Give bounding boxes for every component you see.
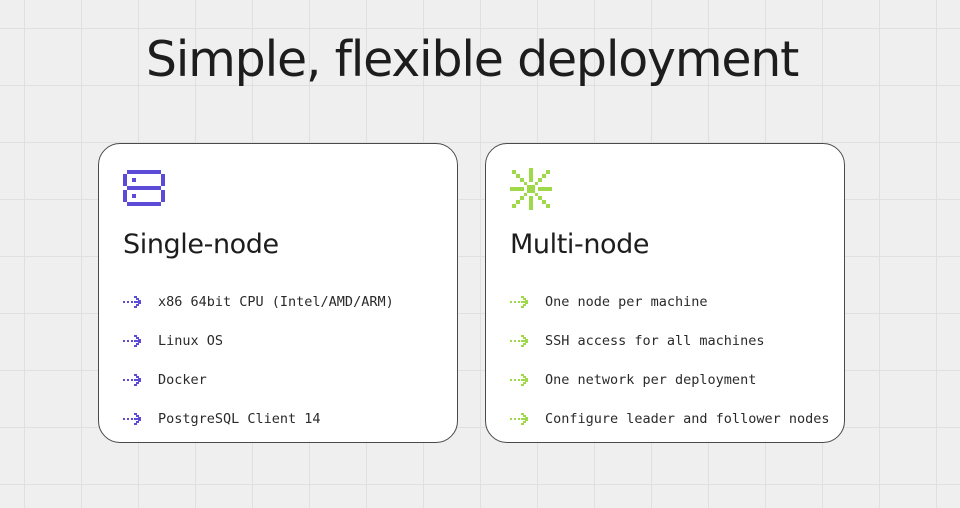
requirement-text: Docker xyxy=(158,371,207,388)
arrow-right-icon xyxy=(510,412,528,425)
requirement-text: SSH access for all machines xyxy=(545,332,765,349)
requirement-text: Configure leader and follower nodes xyxy=(545,410,830,427)
arrow-right-icon xyxy=(510,295,528,308)
requirement-text: One network per deployment xyxy=(545,371,757,388)
arrow-right-icon xyxy=(123,373,141,386)
list-item: PostgreSQL Client 14 xyxy=(123,399,394,438)
arrow-right-icon xyxy=(123,412,141,425)
multi-node-requirements: One node per machine SSH access for all … xyxy=(510,282,829,438)
list-item: One network per deployment xyxy=(510,360,829,399)
arrow-right-icon xyxy=(123,334,141,347)
list-item: x86 64bit CPU (Intel/AMD/ARM) xyxy=(123,282,394,321)
card-title-multi-node: Multi-node xyxy=(510,229,650,260)
list-item: Linux OS xyxy=(123,321,394,360)
arrow-right-icon xyxy=(510,334,528,347)
card-title-single-node: Single-node xyxy=(123,229,279,260)
arrow-right-icon xyxy=(510,373,528,386)
asterisk-network-icon xyxy=(510,168,552,210)
requirement-text: Linux OS xyxy=(158,332,224,349)
requirement-text: x86 64bit CPU (Intel/AMD/ARM) xyxy=(158,293,394,310)
single-node-requirements: x86 64bit CPU (Intel/AMD/ARM) Linux OS D… xyxy=(123,282,394,438)
list-item: One node per machine xyxy=(510,282,829,321)
arrow-right-icon xyxy=(123,295,141,308)
requirement-text: PostgreSQL Client 14 xyxy=(158,410,321,427)
list-item: Docker xyxy=(123,360,394,399)
server-icon xyxy=(123,170,165,206)
requirement-text: One node per machine xyxy=(545,293,708,310)
multi-node-card: Multi-node One node per machine SSH acce xyxy=(485,143,845,443)
single-node-card: Single-node x86 64bit CPU (Intel/AMD/ARM… xyxy=(98,143,458,443)
list-item: SSH access for all machines xyxy=(510,321,829,360)
list-item: Configure leader and follower nodes xyxy=(510,399,829,438)
page-title: Simple, flexible deployment xyxy=(145,31,800,88)
